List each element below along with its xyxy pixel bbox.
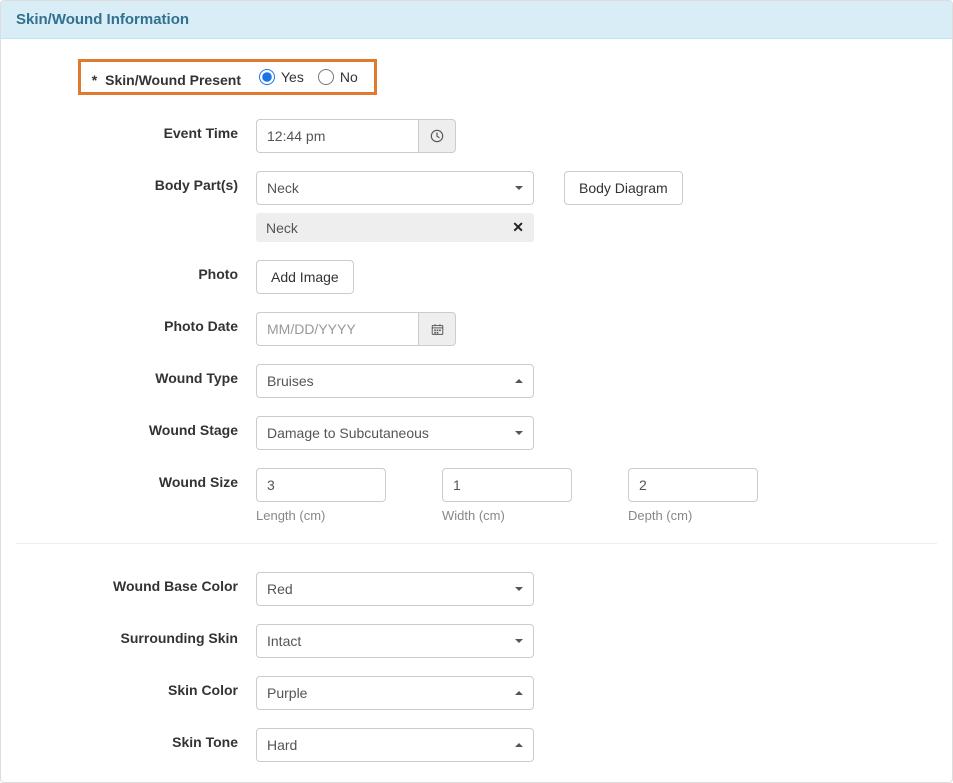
present-yes-label[interactable]: Yes	[281, 69, 304, 85]
wound-stage-row: Wound Stage Damage to Subcutaneous	[16, 416, 937, 450]
chevron-down-icon	[515, 186, 523, 190]
event-time-input[interactable]	[256, 119, 418, 153]
wound-size-row: Wound Size Length (cm) Width (cm) Depth …	[16, 468, 937, 523]
section-divider	[16, 543, 937, 544]
photo-date-row: Photo Date	[16, 312, 937, 346]
surrounding-skin-select[interactable]: Intact	[256, 624, 534, 658]
present-radio-group: Yes No	[259, 69, 366, 85]
wound-depth-input[interactable]	[628, 468, 758, 502]
chevron-up-icon	[515, 691, 523, 695]
calendar-button[interactable]	[418, 312, 456, 346]
wound-depth-sublabel: Depth (cm)	[628, 508, 758, 523]
base-color-value: Red	[267, 581, 293, 597]
calendar-icon	[431, 323, 444, 336]
skin-tone-label: Skin Tone	[16, 728, 256, 750]
wound-stage-select[interactable]: Damage to Subcutaneous	[256, 416, 534, 450]
clock-icon	[430, 129, 444, 143]
wound-type-label: Wound Type	[16, 364, 256, 386]
skin-tone-select[interactable]: Hard	[256, 728, 534, 762]
wound-width-sublabel: Width (cm)	[442, 508, 572, 523]
skin-color-row: Skin Color Purple	[16, 676, 937, 710]
panel-title: Skin/Wound Information	[1, 1, 952, 39]
present-no-radio[interactable]	[318, 69, 334, 85]
wound-stage-value: Damage to Subcutaneous	[267, 425, 429, 441]
skin-color-label: Skin Color	[16, 676, 256, 698]
surrounding-skin-label: Surrounding Skin	[16, 624, 256, 646]
required-marker: *	[92, 72, 97, 88]
body-parts-row: Body Part(s) Neck Body Diagram Neck ✕	[16, 171, 937, 242]
body-part-tag-text: Neck	[266, 220, 298, 236]
present-label: * Skin/Wound Present	[81, 66, 259, 88]
wound-stage-label: Wound Stage	[16, 416, 256, 438]
skin-wound-panel: Skin/Wound Information * Skin/Wound Pres…	[0, 0, 953, 783]
photo-row: Photo Add Image	[16, 260, 937, 294]
clock-button[interactable]	[418, 119, 456, 153]
skin-tone-value: Hard	[267, 737, 297, 753]
base-color-select[interactable]: Red	[256, 572, 534, 606]
event-time-row: Event Time	[16, 119, 937, 153]
add-image-button[interactable]: Add Image	[256, 260, 354, 294]
body-parts-value: Neck	[267, 180, 299, 196]
wound-type-select[interactable]: Bruises	[256, 364, 534, 398]
body-parts-select[interactable]: Neck	[256, 171, 534, 205]
skin-color-select[interactable]: Purple	[256, 676, 534, 710]
base-color-row: Wound Base Color Red	[16, 572, 937, 606]
photo-date-label: Photo Date	[16, 312, 256, 334]
chevron-down-icon	[515, 431, 523, 435]
photo-date-input[interactable]	[256, 312, 418, 346]
wound-type-row: Wound Type Bruises	[16, 364, 937, 398]
skin-tone-row: Skin Tone Hard	[16, 728, 937, 762]
wound-length-input[interactable]	[256, 468, 386, 502]
present-highlight: * Skin/Wound Present Yes No	[78, 59, 377, 95]
chevron-up-icon	[515, 743, 523, 747]
present-no-label[interactable]: No	[340, 69, 358, 85]
remove-tag-icon[interactable]: ✕	[512, 219, 524, 236]
chevron-up-icon	[515, 379, 523, 383]
body-parts-label: Body Part(s)	[16, 171, 256, 193]
event-time-group	[256, 119, 456, 153]
wound-length-sublabel: Length (cm)	[256, 508, 386, 523]
photo-label: Photo	[16, 260, 256, 282]
surrounding-skin-value: Intact	[267, 633, 301, 649]
wound-size-label: Wound Size	[16, 468, 256, 490]
chevron-down-icon	[515, 639, 523, 643]
present-yes-radio[interactable]	[259, 69, 275, 85]
surrounding-skin-row: Surrounding Skin Intact	[16, 624, 937, 658]
base-color-label: Wound Base Color	[16, 572, 256, 594]
skin-color-value: Purple	[267, 685, 307, 701]
wound-type-value: Bruises	[267, 373, 314, 389]
photo-date-group	[256, 312, 456, 346]
body-diagram-button[interactable]: Body Diagram	[564, 171, 683, 205]
panel-body: * Skin/Wound Present Yes No Event Time	[1, 39, 952, 782]
body-part-tag: Neck ✕	[256, 213, 534, 242]
chevron-down-icon	[515, 587, 523, 591]
event-time-label: Event Time	[16, 119, 256, 141]
wound-width-input[interactable]	[442, 468, 572, 502]
present-label-text: Skin/Wound Present	[105, 72, 241, 88]
